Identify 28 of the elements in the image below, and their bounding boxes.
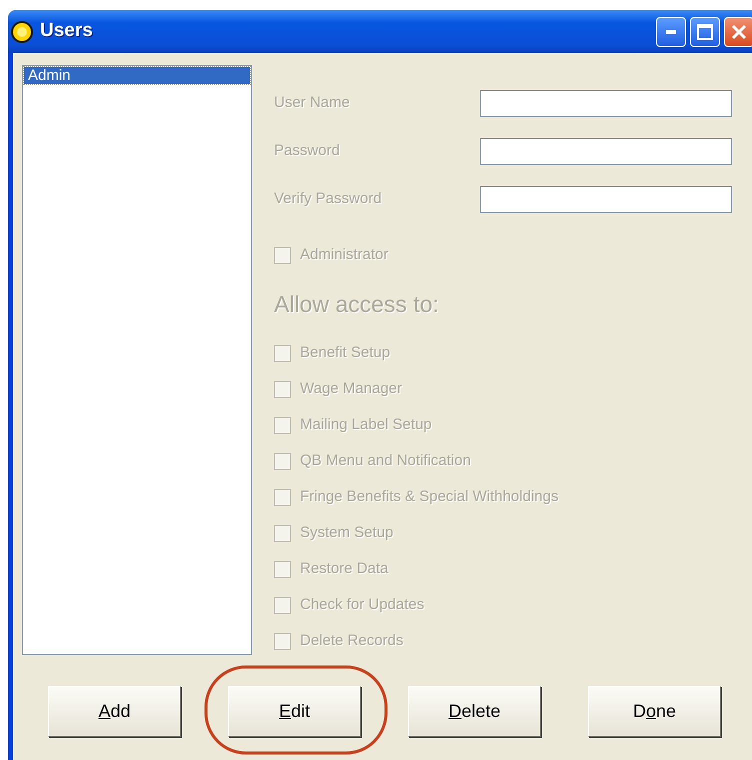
checkbox-label: Mailing Label Setup (300, 415, 432, 436)
checkbox-label: Wage Manager (300, 379, 402, 400)
section-heading: Allow access to: (274, 290, 440, 319)
list-item[interactable]: Admin (24, 67, 250, 84)
window-title: Users (40, 19, 93, 44)
field-label: Verify Password (274, 188, 382, 209)
minimize-icon (666, 30, 676, 34)
action-button[interactable]: Add (48, 686, 181, 737)
minimize-button[interactable] (656, 16, 686, 46)
close-icon (731, 24, 747, 40)
checkbox-label: QB Menu and Notification (300, 451, 471, 472)
maximize-button[interactable] (690, 16, 720, 46)
checkbox-label: Delete Records (300, 631, 404, 652)
action-button[interactable]: Edit (228, 686, 361, 737)
checkbox-label: Benefit Setup (300, 343, 390, 364)
sun-icon (10, 20, 34, 44)
checkbox-label: Administrator (300, 244, 388, 265)
maximize-icon (697, 24, 713, 40)
checkbox-label: Restore Data (300, 559, 388, 580)
checkbox-label: Check for Updates (300, 595, 424, 616)
checkbox-label: Fringe Benefits & Special Withholdings (300, 487, 558, 508)
user-list[interactable]: Admin (22, 65, 252, 655)
close-button[interactable] (724, 16, 752, 46)
field-label: User Name (274, 92, 350, 113)
field-label: Password (274, 140, 340, 161)
action-button[interactable]: Done (588, 686, 721, 737)
action-button[interactable]: Delete (408, 686, 541, 737)
checkbox-label: System Setup (300, 523, 394, 544)
